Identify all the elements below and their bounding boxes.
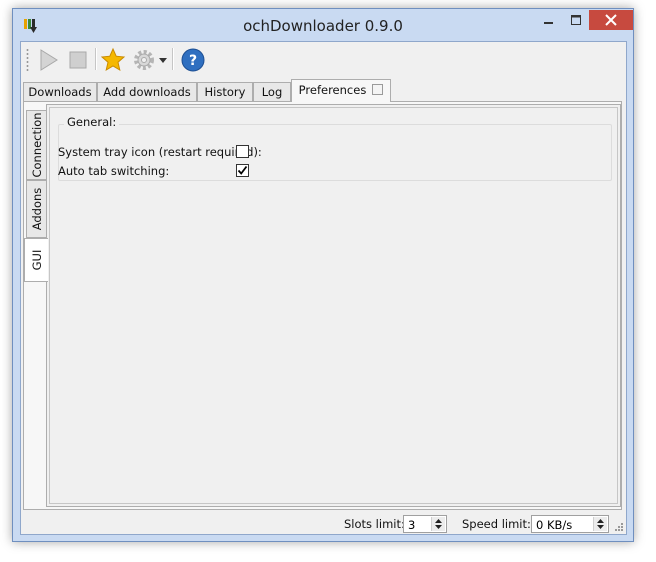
help-button[interactable]: ? <box>180 47 206 73</box>
main-tabs: Downloads Add downloads History Log Pref… <box>23 79 623 102</box>
help-icon: ? <box>181 48 205 72</box>
system-tray-checkbox[interactable] <box>236 145 249 158</box>
toolbar-separator <box>172 48 174 70</box>
tab-preferences-label: Preferences <box>298 83 367 97</box>
title-bar[interactable]: ochDownloader 0.9.0 <box>13 9 633 41</box>
tab-history[interactable]: History <box>197 82 253 101</box>
slots-spin-arrows[interactable] <box>431 517 445 531</box>
speed-spin-arrows[interactable] <box>593 517 607 531</box>
spin-up-down-icon <box>597 519 604 529</box>
gui-settings-content: General: System tray icon (restart requi… <box>49 107 618 504</box>
tab-close-checkbox[interactable] <box>372 84 384 95</box>
gui-settings-panel: General: System tray icon (restart requi… <box>46 104 621 507</box>
side-tab-label: GUI <box>29 249 44 271</box>
toolbar: ? <box>21 42 626 76</box>
slots-limit-label: Slots limit: <box>344 517 405 531</box>
checkmark-icon <box>237 165 248 175</box>
tab-add-downloads[interactable]: Add downloads <box>97 82 197 101</box>
star-icon <box>100 47 126 72</box>
tab-log[interactable]: Log <box>253 82 291 101</box>
side-tab-label: Addons <box>30 187 44 231</box>
resize-grip-icon[interactable] <box>614 522 624 532</box>
maximize-button[interactable] <box>562 10 589 30</box>
tab-preferences[interactable]: Preferences <box>291 79 391 102</box>
spin-up-down-icon <box>435 519 442 529</box>
toolbar-separator <box>95 48 97 70</box>
side-tab-connection[interactable]: Connection <box>26 110 47 180</box>
speed-limit-value: 0 KB/s <box>536 518 573 532</box>
general-group-title: General: <box>64 115 120 129</box>
side-tab-label: Connection <box>30 112 44 178</box>
favorite-button[interactable] <box>100 47 126 73</box>
toolbar-grip[interactable] <box>26 48 29 72</box>
slots-limit-value: 3 <box>408 518 416 532</box>
settings-dropdown-button[interactable] <box>131 47 167 73</box>
start-button[interactable] <box>35 47 61 73</box>
speed-limit-label: Speed limit: <box>462 517 531 531</box>
preferences-panel: Connection Addons GUI General: System tr… <box>23 101 622 510</box>
minimize-icon <box>543 22 553 24</box>
system-tray-label: System tray icon (restart required): <box>58 145 262 159</box>
speed-limit-spinbox[interactable]: 0 KB/s <box>531 515 609 533</box>
close-icon <box>605 14 617 26</box>
client-area: ? Downloads Add downloads History Log Pr… <box>20 41 627 535</box>
gear-icon <box>134 50 154 70</box>
side-tab-gui[interactable]: GUI <box>24 238 48 282</box>
side-tab-addons[interactable]: Addons <box>26 180 47 238</box>
maximize-icon <box>570 15 581 25</box>
play-icon <box>40 49 58 71</box>
chevron-down-icon <box>159 58 167 63</box>
stop-button[interactable] <box>65 47 91 73</box>
slots-limit-spinbox[interactable]: 3 <box>403 515 447 533</box>
status-bar: Slots limit: 3 Speed limit: 0 KB/s <box>21 512 626 534</box>
app-window: ochDownloader 0.9.0 ? Downloads Add down… <box>12 8 634 542</box>
tab-downloads[interactable]: Downloads <box>23 82 97 101</box>
stop-icon <box>69 51 87 69</box>
minimize-button[interactable] <box>535 10 562 30</box>
side-tabs: Connection Addons GUI <box>24 102 48 509</box>
auto-tab-switching-label: Auto tab switching: <box>58 164 170 178</box>
svg-text:?: ? <box>189 53 197 69</box>
auto-tab-switching-checkbox[interactable] <box>236 164 249 177</box>
close-button[interactable] <box>589 10 633 30</box>
